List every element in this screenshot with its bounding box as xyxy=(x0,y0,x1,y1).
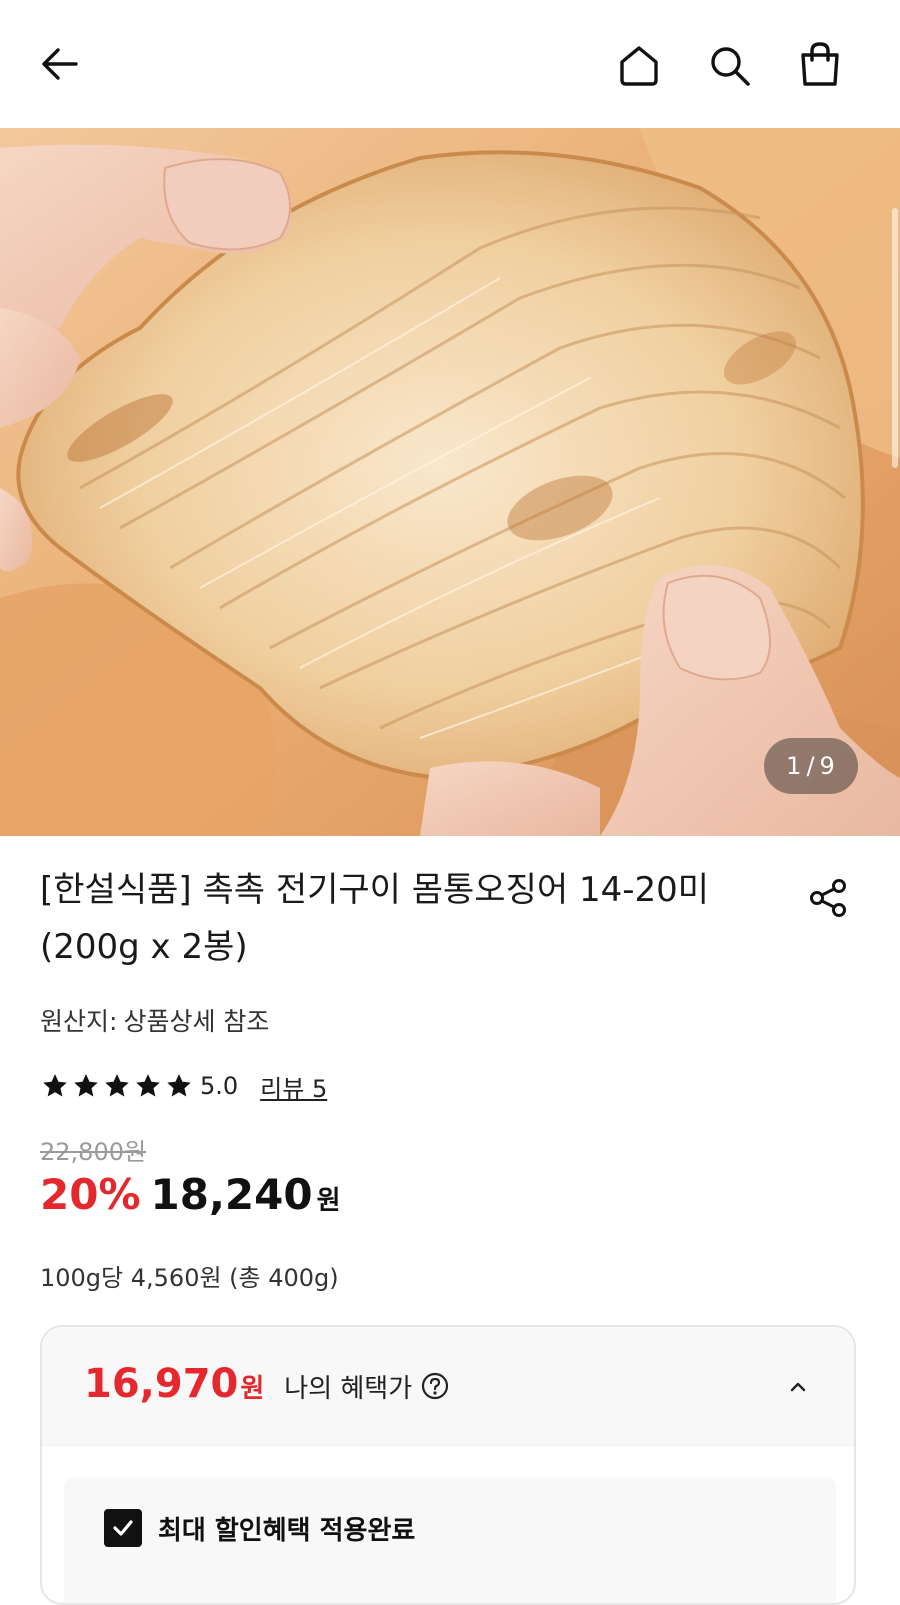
rating-stars xyxy=(40,1071,194,1101)
home-button[interactable] xyxy=(607,34,671,98)
benefit-currency: 원 xyxy=(240,1374,265,1404)
star-icon xyxy=(105,1074,129,1097)
origin-value: 상품상세 참조 xyxy=(123,1007,270,1036)
benefit-amount: 16,970 xyxy=(84,1361,239,1407)
shopping-bag-icon xyxy=(801,42,839,86)
max-discount-label: 최대 할인혜택 적용완료 xyxy=(158,1515,416,1546)
help-button[interactable] xyxy=(420,1371,450,1401)
product-photo xyxy=(0,128,900,836)
benefit-header[interactable]: 16,970 원 나의 혜택가 xyxy=(42,1327,854,1447)
max-discount-checkbox[interactable] xyxy=(104,1509,142,1547)
top-app-bar xyxy=(0,0,900,128)
max-discount-option[interactable]: 최대 할인혜택 적용완료 xyxy=(104,1509,415,1547)
back-button[interactable] xyxy=(28,32,92,96)
benefit-panel: 16,970 원 나의 혜택가 최대 할인혜택 적용완료 xyxy=(40,1325,856,1605)
sale-price-currency: 원 xyxy=(316,1186,341,1216)
origin-info: 원산지: 상품상세 참조 xyxy=(40,1002,269,1038)
star-icon xyxy=(74,1074,98,1097)
sale-price: 18,240 xyxy=(150,1170,313,1219)
product-image-carousel[interactable]: 1 / 9 xyxy=(0,128,900,836)
discount-rate: 20% xyxy=(40,1170,141,1219)
price-row: 20% 18,240 원 xyxy=(40,1170,341,1219)
search-button[interactable] xyxy=(698,34,762,98)
question-circle-icon xyxy=(422,1372,449,1400)
star-icon xyxy=(136,1074,160,1097)
image-counter-total: 9 xyxy=(819,752,836,780)
search-icon xyxy=(711,47,750,86)
chevron-up-icon xyxy=(790,1382,806,1392)
benefit-detail: 최대 할인혜택 적용완료 xyxy=(64,1477,836,1603)
product-title: [한설식품] 촉촉 전기구이 몸통오징어 14-20미 (200g x 2봉) xyxy=(40,870,710,967)
image-counter-current: 1 xyxy=(786,752,803,780)
review-link[interactable]: 리뷰 5 xyxy=(260,1069,327,1104)
rating-value: 5.0 xyxy=(200,1072,239,1100)
checkmark-icon xyxy=(113,1520,133,1536)
benefit-toggle-button[interactable] xyxy=(778,1367,818,1407)
original-price: 22,800원 xyxy=(40,1138,147,1166)
star-icon xyxy=(43,1074,67,1097)
unit-price: 100g당 4,560원 (총 400g) xyxy=(40,1264,339,1292)
image-counter: 1 / 9 xyxy=(764,738,858,794)
cart-button[interactable] xyxy=(788,32,852,96)
share-button[interactable] xyxy=(800,870,856,926)
image-counter-separator: / xyxy=(806,752,816,780)
benefit-price: 16,970 원 나의 혜택가 xyxy=(84,1361,450,1407)
origin-label: 원산지: xyxy=(40,1007,118,1036)
home-icon xyxy=(620,46,658,86)
share-icon xyxy=(810,879,846,917)
star-icon xyxy=(167,1074,191,1097)
benefit-label: 나의 혜택가 xyxy=(284,1374,413,1404)
arrow-left-icon xyxy=(42,48,78,80)
rating-row: 5.0 리뷰 5 xyxy=(40,1066,327,1106)
